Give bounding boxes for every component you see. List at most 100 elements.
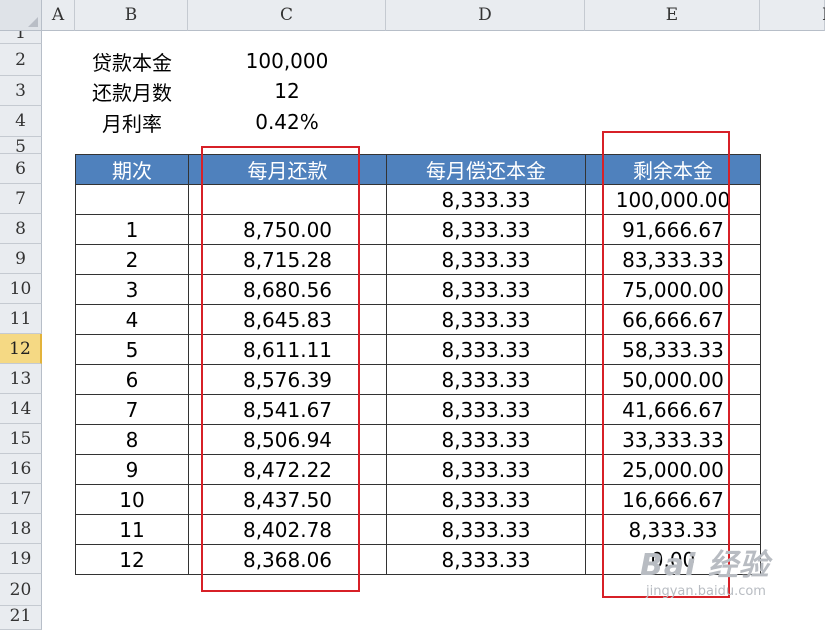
monthly-principal-cell[interactable]: 8,333.33 xyxy=(386,544,586,575)
select-all-triangle-icon xyxy=(28,17,38,27)
monthly-payment-cell[interactable]: 8,437.50 xyxy=(188,484,387,515)
table-row: 3 8,680.56 8,333.33 75,000.00 xyxy=(75,274,761,305)
period-cell[interactable]: 10 xyxy=(75,484,189,515)
monthly-payment-cell[interactable]: 8,645.83 xyxy=(188,304,387,335)
row-header-12[interactable]: 12 xyxy=(0,334,42,364)
remaining-principal-cell[interactable]: 16,666.67 xyxy=(585,484,761,515)
row-header-4[interactable]: 4 xyxy=(0,106,42,137)
column-header-f[interactable]: F xyxy=(760,0,825,31)
row-header-1[interactable]: 1 xyxy=(0,31,42,44)
monthly-rate-label: 月利率 xyxy=(102,111,162,136)
period-cell[interactable]: 5 xyxy=(75,334,189,365)
monthly-payment-cell[interactable]: 8,611.11 xyxy=(188,334,387,365)
row-header-18[interactable]: 18 xyxy=(0,514,42,544)
monthly-principal-cell[interactable]: 8,333.33 xyxy=(386,364,586,395)
header-remaining-principal[interactable]: 剩余本金 xyxy=(585,154,761,185)
remaining-principal-cell[interactable]: 58,333.33 xyxy=(585,334,761,365)
monthly-principal-cell[interactable]: 8,333.33 xyxy=(386,484,586,515)
monthly-payment-cell[interactable]: 8,715.28 xyxy=(188,244,387,275)
monthly-payment-cell[interactable]: 8,750.00 xyxy=(188,214,387,245)
monthly-payment-cell[interactable]: 8,402.78 xyxy=(188,514,387,545)
column-header-a[interactable]: A xyxy=(42,0,75,31)
period-cell[interactable]: 7 xyxy=(75,394,189,425)
row-header-10[interactable]: 10 xyxy=(0,274,42,304)
remaining-principal-cell[interactable]: 91,666.67 xyxy=(585,214,761,245)
row-header-14[interactable]: 14 xyxy=(0,394,42,424)
period-cell[interactable]: 4 xyxy=(75,304,189,335)
header-monthly-principal[interactable]: 每月偿还本金 xyxy=(386,154,586,185)
monthly-principal-cell[interactable]: 8,333.33 xyxy=(386,454,586,485)
row-header-9[interactable]: 9 xyxy=(0,244,42,274)
monthly-principal-cell[interactable]: 8,333.33 xyxy=(386,394,586,425)
column-header-e[interactable]: E xyxy=(585,0,760,31)
period-cell[interactable]: 8 xyxy=(75,424,189,455)
table-row: 8,333.33 100,000.00 xyxy=(75,184,761,215)
period-cell[interactable]: 12 xyxy=(75,544,189,575)
row-header-19[interactable]: 19 xyxy=(0,544,42,574)
period-cell[interactable]: 2 xyxy=(75,244,189,275)
remaining-principal-cell[interactable]: 33,333.33 xyxy=(585,424,761,455)
row-header-20[interactable]: 20 xyxy=(0,574,42,606)
column-header-b[interactable]: B xyxy=(75,0,188,31)
row-header-17[interactable]: 17 xyxy=(0,484,42,514)
header-period[interactable]: 期次 xyxy=(75,154,189,185)
monthly-principal-cell[interactable]: 8,333.33 xyxy=(386,184,586,215)
row-header-6[interactable]: 6 xyxy=(0,154,42,184)
row-header-2[interactable]: 2 xyxy=(0,44,42,76)
period-cell[interactable]: 11 xyxy=(75,514,189,545)
remaining-principal-cell[interactable]: 25,000.00 xyxy=(585,454,761,485)
table-row: 4 8,645.83 8,333.33 66,666.67 xyxy=(75,304,761,335)
period-cell[interactable]: 1 xyxy=(75,214,189,245)
monthly-payment-cell[interactable]: 8,368.06 xyxy=(188,544,387,575)
row-header-21[interactable]: 21 xyxy=(0,606,42,630)
remaining-principal-cell[interactable]: 100,000.00 xyxy=(585,184,761,215)
monthly-principal-cell[interactable]: 8,333.33 xyxy=(386,304,586,335)
period-cell[interactable] xyxy=(75,184,189,215)
monthly-principal-cell[interactable]: 8,333.33 xyxy=(386,214,586,245)
monthly-principal-cell[interactable]: 8,333.33 xyxy=(386,274,586,305)
remaining-principal-cell[interactable]: 50,000.00 xyxy=(585,364,761,395)
column-header-d[interactable]: D xyxy=(386,0,585,31)
monthly-payment-cell[interactable]: 8,506.94 xyxy=(188,424,387,455)
period-cell[interactable]: 3 xyxy=(75,274,189,305)
table-row: 1 8,750.00 8,333.33 91,666.67 xyxy=(75,214,761,245)
baidu-watermark: Bai 经验 jingyan.baidu.com xyxy=(640,540,770,599)
table-header-row: 期次 每月还款 每月偿还本金 剩余本金 xyxy=(75,154,761,185)
repayment-months-label: 还款月数 xyxy=(92,80,172,105)
row-header-15[interactable]: 15 xyxy=(0,424,42,454)
monthly-principal-cell[interactable]: 8,333.33 xyxy=(386,514,586,545)
monthly-rate-value[interactable]: 0.42% xyxy=(188,107,386,137)
remaining-principal-cell[interactable]: 66,666.67 xyxy=(585,304,761,335)
remaining-principal-cell[interactable]: 83,333.33 xyxy=(585,244,761,275)
monthly-principal-cell[interactable]: 8,333.33 xyxy=(386,424,586,455)
select-all-corner[interactable] xyxy=(0,0,42,31)
table-row: 10 8,437.50 8,333.33 16,666.67 xyxy=(75,484,761,515)
remaining-principal-cell[interactable]: 41,666.67 xyxy=(585,394,761,425)
period-cell[interactable]: 9 xyxy=(75,454,189,485)
monthly-payment-cell[interactable]: 8,541.67 xyxy=(188,394,387,425)
row-header-13[interactable]: 13 xyxy=(0,364,42,394)
row-header-5[interactable]: 5 xyxy=(0,137,42,154)
watermark-url: jingyan.baidu.com xyxy=(646,584,766,599)
period-cell[interactable]: 6 xyxy=(75,364,189,395)
monthly-payment-cell[interactable] xyxy=(188,184,387,215)
repayment-months-value[interactable]: 12 xyxy=(188,76,386,106)
table-row: 6 8,576.39 8,333.33 50,000.00 xyxy=(75,364,761,395)
row-header-8[interactable]: 8 xyxy=(0,214,42,244)
row-header-16[interactable]: 16 xyxy=(0,454,42,484)
loan-principal-value[interactable]: 100,000 xyxy=(188,46,386,76)
header-monthly-payment[interactable]: 每月还款 xyxy=(188,154,387,185)
table-row: 2 8,715.28 8,333.33 83,333.33 xyxy=(75,244,761,275)
monthly-principal-cell[interactable]: 8,333.33 xyxy=(386,334,586,365)
remaining-principal-cell[interactable]: 75,000.00 xyxy=(585,274,761,305)
row-header-3[interactable]: 3 xyxy=(0,76,42,106)
row-header-11[interactable]: 11 xyxy=(0,304,42,334)
row-header-7[interactable]: 7 xyxy=(0,184,42,214)
column-header-c[interactable]: C xyxy=(188,0,386,31)
monthly-payment-cell[interactable]: 8,576.39 xyxy=(188,364,387,395)
monthly-payment-cell[interactable]: 8,472.22 xyxy=(188,454,387,485)
monthly-payment-cell[interactable]: 8,680.56 xyxy=(188,274,387,305)
table-row: 7 8,541.67 8,333.33 41,666.67 xyxy=(75,394,761,425)
loan-principal-label: 贷款本金 xyxy=(92,50,172,75)
monthly-principal-cell[interactable]: 8,333.33 xyxy=(386,244,586,275)
